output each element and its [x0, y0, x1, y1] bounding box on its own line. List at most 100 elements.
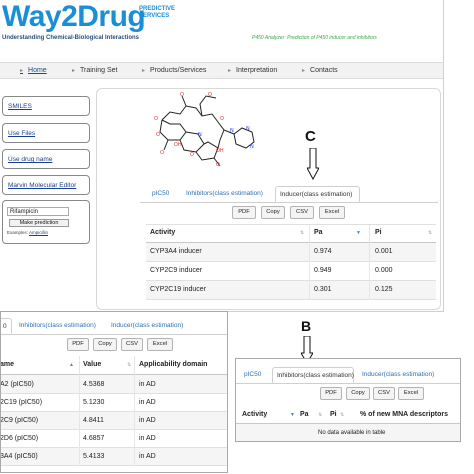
svg-text:O: O	[154, 116, 158, 122]
column-divider	[369, 225, 370, 300]
nav-item-home[interactable]: ▸ Home	[20, 67, 47, 74]
cell-value: 5.4133	[83, 453, 105, 460]
column-header-name[interactable]: ame	[1, 361, 14, 368]
svg-text:O: O	[208, 92, 212, 98]
bullet-icon: ▸	[72, 68, 76, 74]
svg-text:N: N	[198, 132, 202, 138]
sort-desc-icon[interactable]: ▼	[290, 412, 295, 418]
logo-tagline: Understanding Chemical-Biological Intera…	[2, 35, 140, 41]
sort-desc-icon[interactable]: ▼	[356, 230, 361, 236]
annotation-label-b: B	[301, 318, 312, 334]
copy-button[interactable]: Copy	[93, 338, 117, 351]
cell-activity: CYP3A4 inducer	[150, 248, 202, 255]
examples-line: Examples: Ampicillin	[7, 230, 48, 235]
column-header-pa[interactable]: Pa	[314, 229, 323, 236]
way2drug-logo[interactable]: Way2Drug PREDICTIVE SERVICES Understandi…	[2, 2, 175, 42]
tab-pic50[interactable]: 0	[1, 318, 12, 334]
smiles-button[interactable]: SMILES	[2, 96, 90, 116]
cell-pa: 0.949	[314, 267, 332, 274]
pdf-button[interactable]: PDF	[232, 206, 256, 219]
tab-pic50[interactable]: pIC50	[244, 367, 261, 383]
examples-label: Examples:	[7, 230, 29, 235]
csv-button[interactable]: CSV	[290, 206, 314, 219]
row-divider	[146, 261, 436, 262]
cell-value: 4.6857	[83, 435, 105, 442]
excel-button[interactable]: Excel	[319, 206, 345, 219]
excel-button[interactable]: Excel	[398, 387, 424, 400]
sort-icon[interactable]: ⇅	[300, 230, 304, 236]
page-subtitle: P450 Analyzer: Prediction of P450 induce…	[252, 35, 377, 41]
svg-text:O: O	[180, 92, 184, 98]
empty-table-message: No data available in table	[318, 430, 386, 436]
row-divider	[1, 429, 227, 430]
column-header-new-mna-descriptors[interactable]: % of new MNA descriptors	[360, 411, 448, 418]
column-header-pi[interactable]: Pi	[375, 229, 382, 236]
sort-icon[interactable]: ⇅	[318, 412, 322, 418]
cell-activity: CYP2C19 inducer	[150, 286, 207, 293]
tab-inhibitors-class-estimation[interactable]: Inhibitors(class estimation)	[272, 367, 354, 383]
svg-text:OH: OH	[174, 142, 182, 148]
cell-pi: 0.125	[375, 286, 393, 293]
tab-inhibitors-class-estimation[interactable]: Inhibitors(class estimation)	[186, 186, 263, 202]
nav-item-interpretation[interactable]: ▸ Interpretation	[228, 67, 277, 74]
csv-button[interactable]: CSV	[121, 338, 143, 351]
pic50-results-inset: 0 Inhibitors(class estimation) Inducer(c…	[0, 311, 228, 473]
csv-button[interactable]: CSV	[373, 387, 395, 400]
marvin-editor-button[interactable]: Marvin Molecular Editor	[2, 175, 90, 195]
tab-pic50[interactable]: pIC50	[152, 186, 169, 202]
svg-text:N: N	[250, 144, 254, 150]
cell-pa: 0.301	[314, 286, 332, 293]
use-drug-name-button[interactable]: Use drug name	[2, 149, 90, 169]
cell-applicability: in AD	[139, 381, 156, 388]
cell-activity: CYP2C9 inducer	[150, 267, 203, 274]
cell-applicability: in AD	[139, 399, 156, 406]
nav-item-products-services[interactable]: ▸ Products/Services	[142, 67, 206, 74]
drug-name-input[interactable]: Rifampicin	[7, 207, 69, 216]
use-files-button[interactable]: Use Files	[2, 123, 90, 143]
make-prediction-button[interactable]: Make prediction	[9, 219, 69, 227]
column-header-activity[interactable]: Activity	[242, 411, 267, 418]
nav-bar: ▸ Home ▸ Training Set ▸ Products/Services ▸…	[0, 62, 443, 79]
sort-icon[interactable]: ⇅	[428, 230, 432, 236]
svg-text:O: O	[160, 150, 164, 156]
pdf-button[interactable]: PDF	[67, 338, 89, 351]
tab-inhibitors-class-estimation[interactable]: Inhibitors(class estimation)	[19, 318, 96, 334]
sort-icon[interactable]: ⇅	[127, 362, 131, 368]
column-header-activity[interactable]: Activity	[150, 229, 175, 236]
results-panel	[96, 88, 441, 310]
cell-value: 4.8411	[83, 417, 104, 424]
column-header-applicability-domain[interactable]: Applicability domain	[139, 361, 207, 368]
svg-text:N: N	[230, 128, 234, 134]
logo-side-line-2: SERVICES	[139, 13, 170, 19]
nav-item-label: Products/Services	[150, 67, 207, 74]
column-divider	[79, 356, 80, 466]
svg-text:O: O	[220, 116, 224, 122]
pdf-button[interactable]: PDF	[320, 387, 342, 400]
example-link[interactable]: Ampicillin	[29, 230, 48, 235]
excel-button[interactable]: Excel	[147, 338, 173, 351]
cell-applicability: in AD	[139, 453, 156, 460]
copy-button[interactable]: Copy	[261, 206, 285, 219]
bullet-icon: ▸	[142, 68, 146, 74]
column-header-pi[interactable]: Pi	[330, 411, 337, 418]
column-divider	[134, 356, 135, 466]
nav-item-label: Interpretation	[236, 67, 278, 74]
column-divider	[309, 225, 310, 300]
sort-asc-icon[interactable]: ▲	[69, 362, 74, 368]
tab-inducer-class-estimation[interactable]: Inducer(class estimation)	[111, 318, 183, 334]
sort-icon[interactable]: ⇅	[340, 412, 344, 418]
nav-item-contacts[interactable]: ▸ Contacts	[302, 67, 338, 74]
tab-inducer-class-estimation[interactable]: Inducer(class estimation)	[362, 367, 434, 383]
column-header-value[interactable]: Value	[83, 361, 101, 368]
molecule-structure-image: O O O O OH O OH O O N N N N O	[154, 92, 255, 168]
svg-text:O: O	[216, 162, 220, 168]
nav-item-training-set[interactable]: ▸ Training Set	[72, 67, 118, 74]
cell-name: 3A4 (pIC50)	[0, 453, 38, 460]
copy-button[interactable]: Copy	[346, 387, 370, 400]
inhibitors-results-inset: pIC50 Inhibitors(class estimation) Induc…	[235, 358, 461, 442]
svg-text:O: O	[156, 132, 160, 138]
column-header-pa[interactable]: Pa	[300, 411, 309, 418]
tab-underline	[140, 202, 438, 203]
cell-applicability: in AD	[139, 435, 156, 442]
tab-inducer-class-estimation[interactable]: Inducer(class estimation)	[275, 186, 360, 202]
